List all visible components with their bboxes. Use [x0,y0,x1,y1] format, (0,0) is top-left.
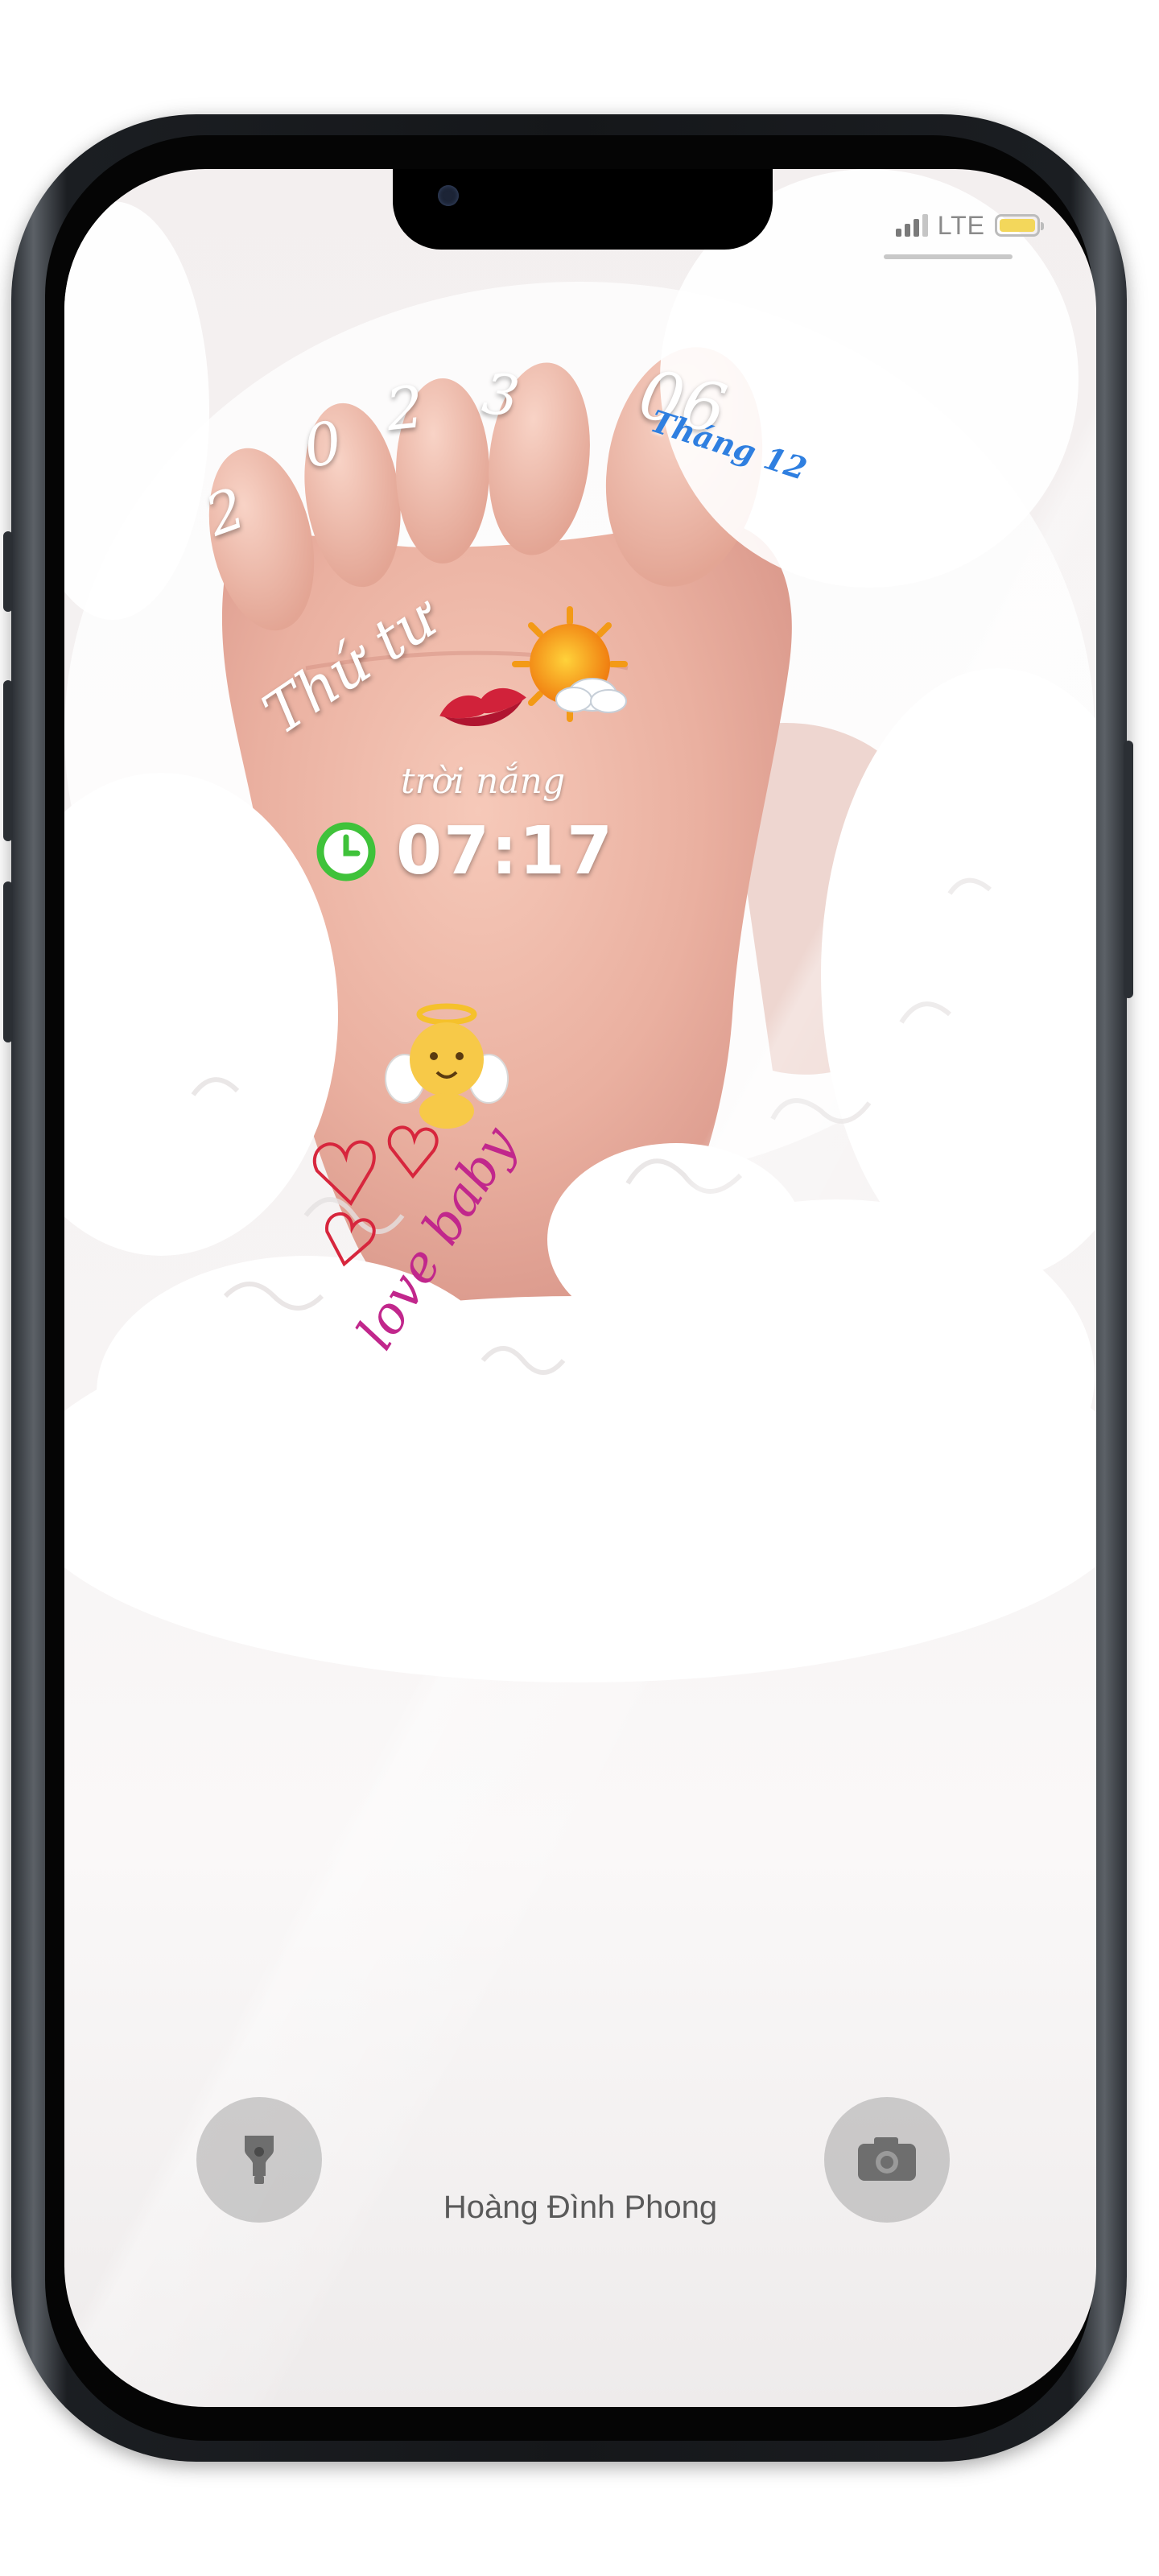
network-type: LTE [937,210,985,240]
time-display: 07:17 [396,813,615,890]
status-bar: LTE [895,209,1044,242]
notch [393,169,773,250]
side-button [3,881,13,1042]
power-button [1124,741,1133,998]
status-indicator-line [884,254,1013,259]
side-button [3,680,13,841]
camera-icon [858,2137,916,2181]
clock-icon [316,822,376,881]
clock-widget: 07:17 [314,813,614,890]
side-button [3,531,13,612]
year-digit: 2 [382,372,427,444]
signal-icon [895,214,928,237]
lock-screen: 2 0 2 3 06 Tháng 12 Thứ tư trời nắng 07:… [64,169,1096,2407]
battery-icon [995,214,1044,237]
sun-cloud-icon [512,606,628,722]
flashlight-icon [245,2136,274,2184]
front-camera [438,185,459,206]
owner-name: Hoàng Đình Phong [443,2190,718,2225]
weather-label: trời nắng [400,761,566,802]
wallpaper-image [64,169,1096,1682]
